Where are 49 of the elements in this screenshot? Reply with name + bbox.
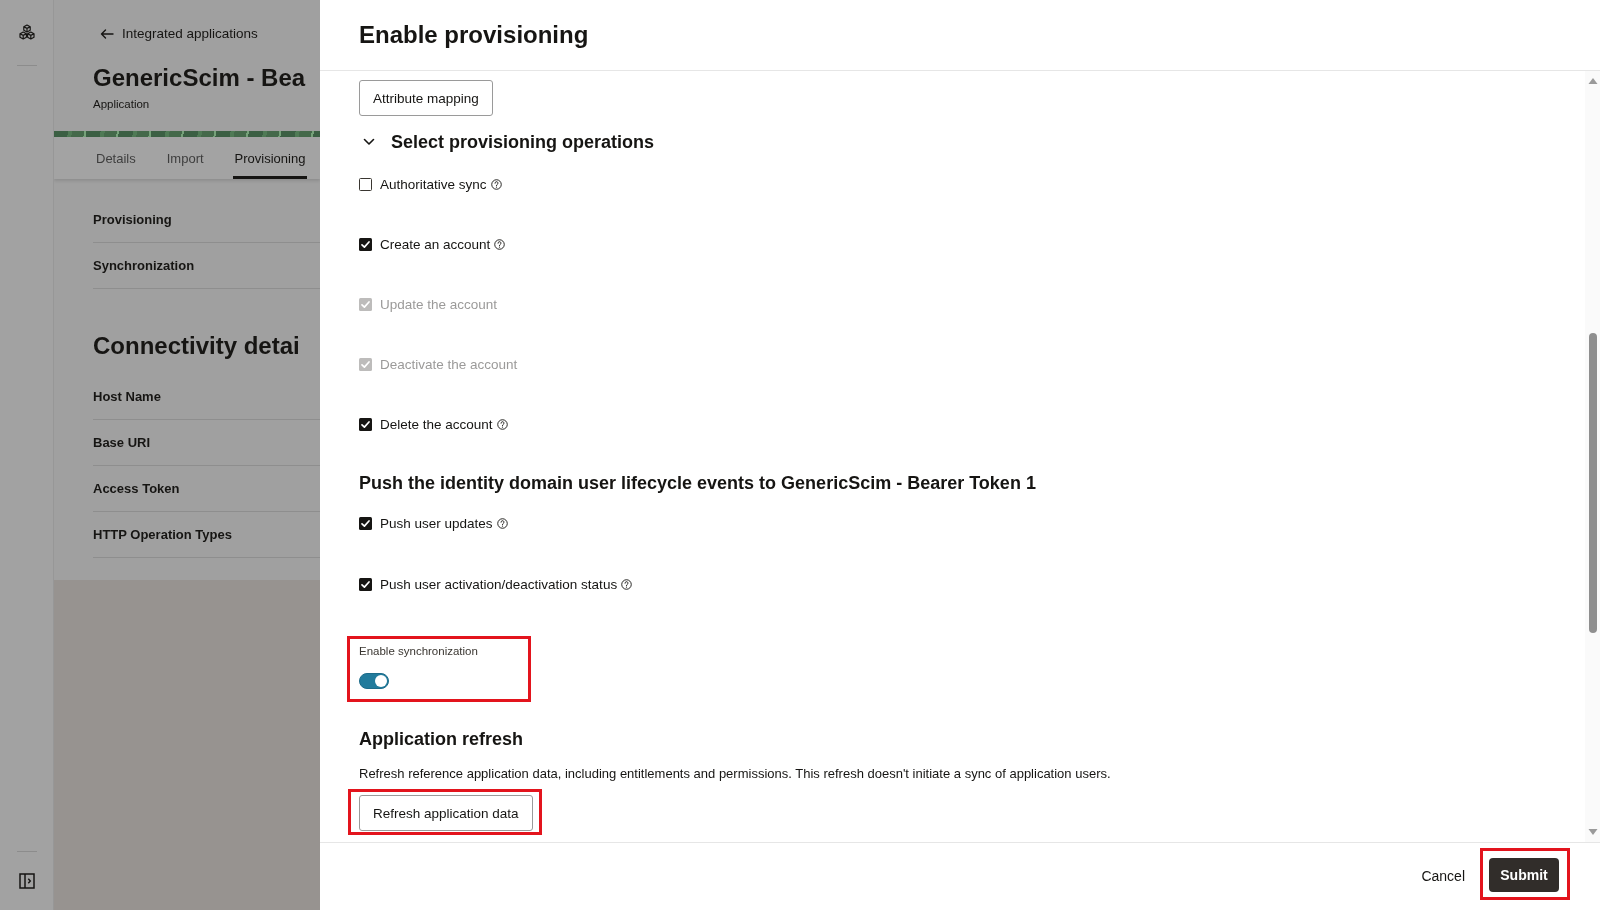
field-label: Host Name (93, 389, 161, 404)
description-text: Refresh reference application data, including entitlements and permissions. This refresh doesn't initiate a sync of application users. (359, 765, 1111, 783)
setting-label: Provisioning (93, 212, 172, 227)
drawer-title: Enable provisioning (359, 20, 589, 50)
cubes-icon[interactable] (17, 24, 36, 40)
checkbox-label: Push user updates (380, 515, 493, 531)
cancel-button[interactable]: Cancel (1419, 863, 1467, 888)
help-icon[interactable] (496, 517, 508, 529)
scrollbar[interactable] (1585, 71, 1600, 842)
checkbox-label: Create an account (380, 236, 491, 252)
checkbox[interactable] (359, 177, 372, 191)
back-link[interactable]: Integrated applications (100, 25, 258, 43)
panel-expand-icon[interactable] (18, 873, 35, 889)
checkbox-label: Delete the account (380, 416, 493, 432)
checkbox[interactable] (359, 577, 372, 591)
help-icon[interactable] (490, 178, 502, 190)
toggle-switch[interactable] (359, 673, 389, 689)
field-label: Base URI (93, 435, 151, 450)
checkbox-label: Authoritative sync (380, 176, 487, 192)
arrow-left-icon (100, 29, 114, 39)
page-subtitle: Application (93, 97, 150, 111)
tab[interactable]: Details (94, 137, 138, 179)
chevron-down-icon[interactable] (363, 138, 375, 146)
checkbox-label: Push user activation/deactivation status (380, 576, 618, 592)
toggle-label: Enable synchronization (359, 644, 478, 659)
attribute-mapping-button[interactable]: Attribute mapping (359, 80, 493, 116)
section-heading: Select provisioning operations (391, 131, 655, 154)
help-icon[interactable] (621, 578, 633, 590)
setting-label: Synchronization (93, 258, 195, 273)
tab[interactable]: Import (164, 137, 206, 179)
help-icon[interactable] (494, 238, 506, 250)
scrollbar-thumb[interactable] (1588, 333, 1597, 633)
section-title: Connectivity detai (93, 331, 300, 361)
page-title: GenericScim - Bea (93, 63, 306, 93)
checkbox[interactable] (359, 237, 372, 251)
refresh-button[interactable]: Refresh application data (359, 795, 533, 831)
checkbox-label: Deactivate the account (380, 356, 518, 372)
help-icon[interactable] (496, 418, 508, 430)
scroll-down-icon[interactable] (1587, 828, 1598, 836)
submit-button[interactable]: Submit (1489, 857, 1559, 892)
checkbox[interactable] (359, 417, 372, 431)
scroll-up-icon[interactable] (1587, 77, 1598, 85)
checkbox[interactable] (359, 516, 372, 530)
field-label: Access Token (93, 481, 180, 496)
tab[interactable]: Provisioning (232, 137, 308, 179)
section-heading: Push the identity domain user lifecycle events to GenericScim - Bearer Token 1 (359, 472, 1036, 495)
checkbox-label: Update the account (380, 296, 498, 312)
field-label: HTTP Operation Types (93, 527, 232, 542)
section-heading: Application refresh (359, 728, 524, 751)
